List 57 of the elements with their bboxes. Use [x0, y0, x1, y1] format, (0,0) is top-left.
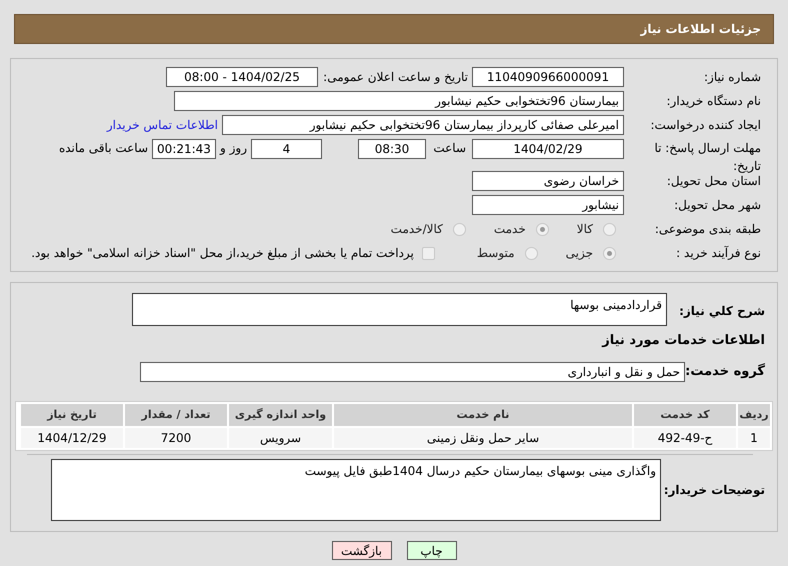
text-area[interactable]: واگذاری مینی بوسهای بیمارستان حکیم درسال 1404طبق فایل پیوست: [51, 459, 661, 521]
column-header: تاریخ نیاز: [21, 404, 123, 426]
text-field[interactable]: 00:21:43: [152, 139, 216, 159]
text-field[interactable]: بیمارستان 96تختخوابی حکیم نیشابور: [174, 91, 624, 111]
radio-label: جزیی: [566, 245, 593, 262]
field-label: نوع فرآیند خرید :: [675, 245, 761, 262]
field-label: روز و: [220, 140, 247, 157]
column-header: نام خدمت: [334, 404, 632, 426]
text-field[interactable]: 4: [251, 139, 322, 159]
field-label: ساعت: [432, 140, 466, 157]
radio-label: متوسط: [476, 245, 515, 262]
column-header: واحد اندازه گیری: [229, 404, 332, 426]
radio-button[interactable]: [603, 222, 616, 236]
table-cell: 7200: [125, 428, 227, 448]
text-field[interactable]: نیشابور: [472, 195, 624, 215]
text-field[interactable]: حمل و نقل و انبارداری: [140, 362, 685, 382]
field-label: استان محل تحویل:: [666, 173, 761, 190]
column-header: کد خدمت: [634, 404, 736, 426]
field-label: توضیحات خریدار:: [662, 482, 765, 499]
column-header: تعداد / مقدار: [125, 404, 227, 426]
field-label: ساعت باقی مانده: [58, 140, 148, 157]
field-label: طبقه بندی موضوعی:: [654, 221, 761, 238]
print-button[interactable]: چاپ: [406, 541, 456, 560]
radio-button[interactable]: [603, 246, 616, 260]
text-field[interactable]: 1104090966000091: [472, 67, 624, 87]
field-label: تاریخ و ساعت اعلان عمومی:: [322, 69, 468, 86]
radio-button[interactable]: [536, 222, 549, 236]
text-area[interactable]: قراردادمینی بوسها: [132, 292, 667, 326]
table-cell: 1404/12/29: [21, 428, 123, 448]
page-title: جزئیات اطلاعات نیاز: [640, 21, 761, 38]
field-label: شرح کلي نياز:: [678, 303, 765, 320]
field-label: ایجاد کننده درخواست:: [649, 117, 761, 134]
table-cell: 1: [738, 428, 770, 448]
field-label: شماره نیاز:: [703, 69, 761, 86]
back-button[interactable]: بازگشت: [332, 541, 392, 560]
section-title: اطلاعات خدمات مورد نیاز: [600, 332, 765, 350]
field-label: گروه خدمت:: [685, 362, 765, 382]
radio-label: کالا/خدمت: [390, 221, 443, 238]
radio-button[interactable]: [452, 222, 466, 236]
text-field[interactable]: 1404/02/29: [472, 139, 624, 159]
text-field[interactable]: 1404/02/25 - 08:00: [166, 67, 318, 87]
column-header: ردیف: [738, 404, 770, 426]
checkbox-label: پرداخت تمام یا بخشی از مبلغ خرید،از محل "اسناد خزانه اسلامی" خواهد بود.: [31, 245, 414, 262]
contact-link[interactable]: اطلاعات تماس خریدار: [106, 116, 218, 134]
radio-label: کالا: [576, 221, 593, 238]
text-field[interactable]: 08:30: [358, 139, 426, 159]
text-field[interactable]: امیرعلی صفائی کارپرداز بیمارستان 96تختخوابی حکیم نیشابور: [222, 115, 624, 135]
field-label: شهر محل تحویل:: [673, 197, 761, 214]
table-cell: سایر حمل ونقل زمینی: [334, 428, 632, 448]
field-label: مهلت ارسال پاسخ: تا تاریخ:: [653, 140, 761, 175]
radio-button[interactable]: [524, 246, 538, 260]
radio-label: خدمت: [494, 221, 526, 238]
text-field[interactable]: خراسان رضوی: [472, 171, 624, 191]
checkbox[interactable]: [422, 246, 435, 260]
table-cell: سرویس: [229, 428, 332, 448]
table-cell: ح-49-492: [634, 428, 736, 448]
field-label: نام دستگاه خریدار:: [666, 93, 761, 110]
